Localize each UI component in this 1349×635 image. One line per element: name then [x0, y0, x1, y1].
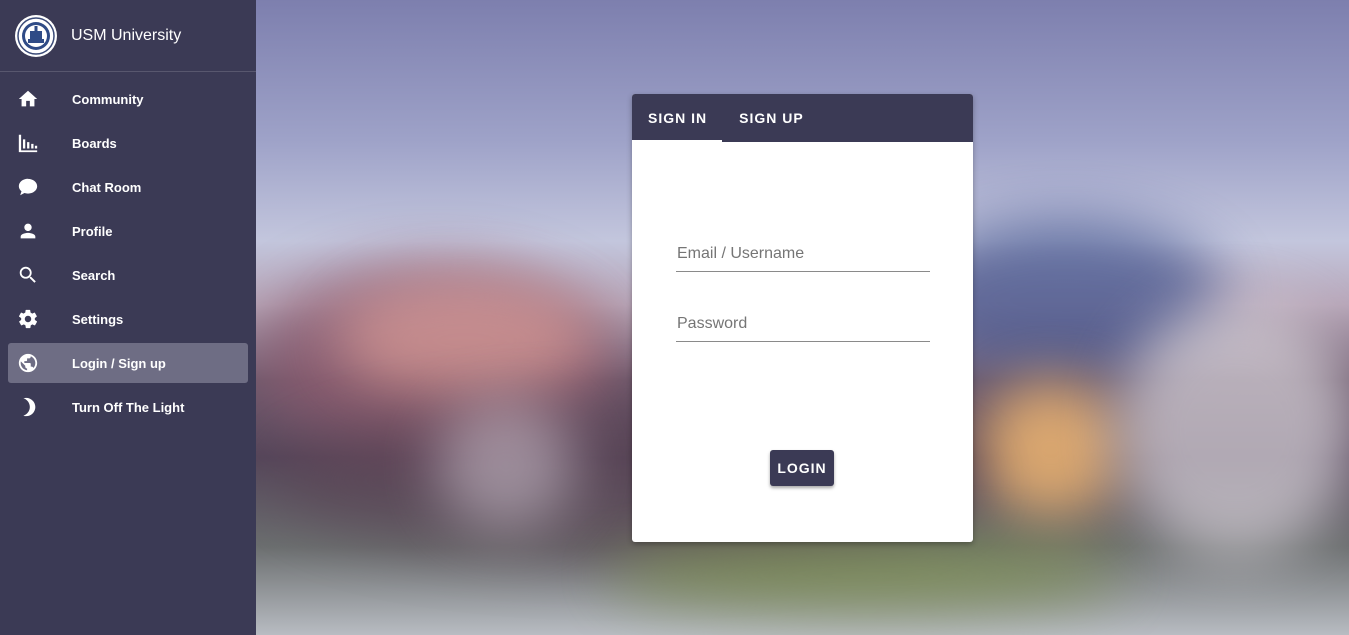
globe-icon [17, 352, 39, 374]
brand-title: USM University [71, 26, 182, 44]
sidebar-item-search[interactable]: Search [8, 255, 248, 295]
gear-icon [17, 308, 39, 330]
sidebar: USM University Community Boards Chat Roo… [0, 0, 256, 635]
sidebar-item-login-sign-up[interactable]: Login / Sign up [8, 343, 248, 383]
active-tab-indicator [632, 140, 722, 142]
sidebar-item-label: Profile [72, 223, 113, 239]
university-logo [15, 14, 57, 57]
sidebar-item-chat-room[interactable]: Chat Room [8, 167, 248, 207]
search-icon [17, 264, 39, 286]
sidebar-item-label: Boards [72, 135, 117, 151]
email-username-field[interactable] [676, 236, 930, 272]
chat-bubble-icon [17, 176, 39, 198]
auth-card: SIGN IN SIGN UP LOGIN [632, 94, 973, 542]
sidebar-item-settings[interactable]: Settings [8, 299, 248, 339]
tab-sign-in[interactable]: SIGN IN [632, 94, 723, 142]
sidebar-item-label: Community [72, 91, 144, 107]
login-button[interactable]: LOGIN [770, 450, 834, 486]
sidebar-item-boards[interactable]: Boards [8, 123, 248, 163]
tab-sign-up[interactable]: SIGN UP [723, 94, 820, 142]
sidebar-item-profile[interactable]: Profile [8, 211, 248, 251]
sidebar-item-label: Turn Off The Light [72, 399, 185, 415]
sidebar-item-community[interactable]: Community [8, 79, 248, 119]
sidebar-nav: Community Boards Chat Room Profile Searc… [0, 72, 256, 427]
home-icon [17, 88, 39, 110]
moon-icon [17, 396, 39, 418]
auth-tabs: SIGN IN SIGN UP [632, 94, 973, 142]
bar-chart-icon [17, 132, 39, 154]
sidebar-item-label: Settings [72, 311, 124, 327]
brand-header: USM University [0, 0, 256, 72]
sidebar-item-label: Chat Room [72, 179, 142, 195]
person-icon [17, 220, 39, 242]
password-field[interactable] [676, 306, 930, 342]
sidebar-item-label: Login / Sign up [72, 355, 166, 371]
sidebar-item-turn-off-the-light[interactable]: Turn Off The Light [8, 387, 248, 427]
sidebar-item-label: Search [72, 267, 116, 283]
